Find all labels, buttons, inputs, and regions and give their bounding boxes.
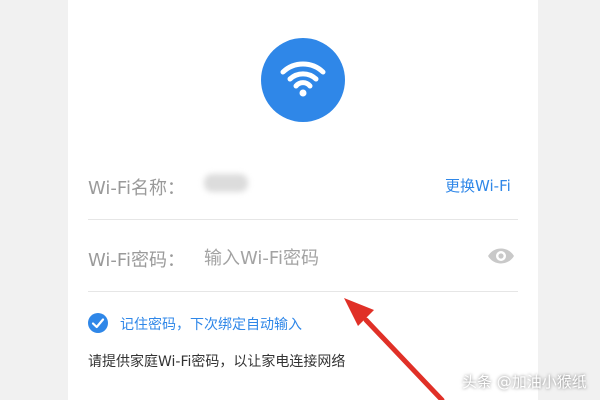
- password-label: Wi-Fi密码：: [88, 250, 185, 271]
- divider-ssid: [88, 219, 518, 220]
- watermark: 头条 @加油小猴纸: [462, 373, 587, 391]
- hint-text: 请提供家庭Wi-Fi密码，以让家电连接网络: [88, 354, 346, 370]
- change-wifi-link[interactable]: 更换Wi-Fi: [445, 175, 511, 196]
- remember-password-checkbox[interactable]: 记住密码，下次绑定自动输入: [88, 312, 348, 336]
- divider-password: [88, 291, 518, 292]
- checkmark-icon: [88, 313, 108, 333]
- ssid-value-redacted: [204, 174, 248, 192]
- password-input[interactable]: [204, 245, 474, 271]
- wifi-icon: [261, 38, 345, 122]
- remember-password-label: 记住密码，下次绑定自动输入: [120, 317, 302, 333]
- ssid-label: Wi-Fi名称：: [88, 178, 185, 199]
- eye-icon[interactable]: [486, 245, 516, 267]
